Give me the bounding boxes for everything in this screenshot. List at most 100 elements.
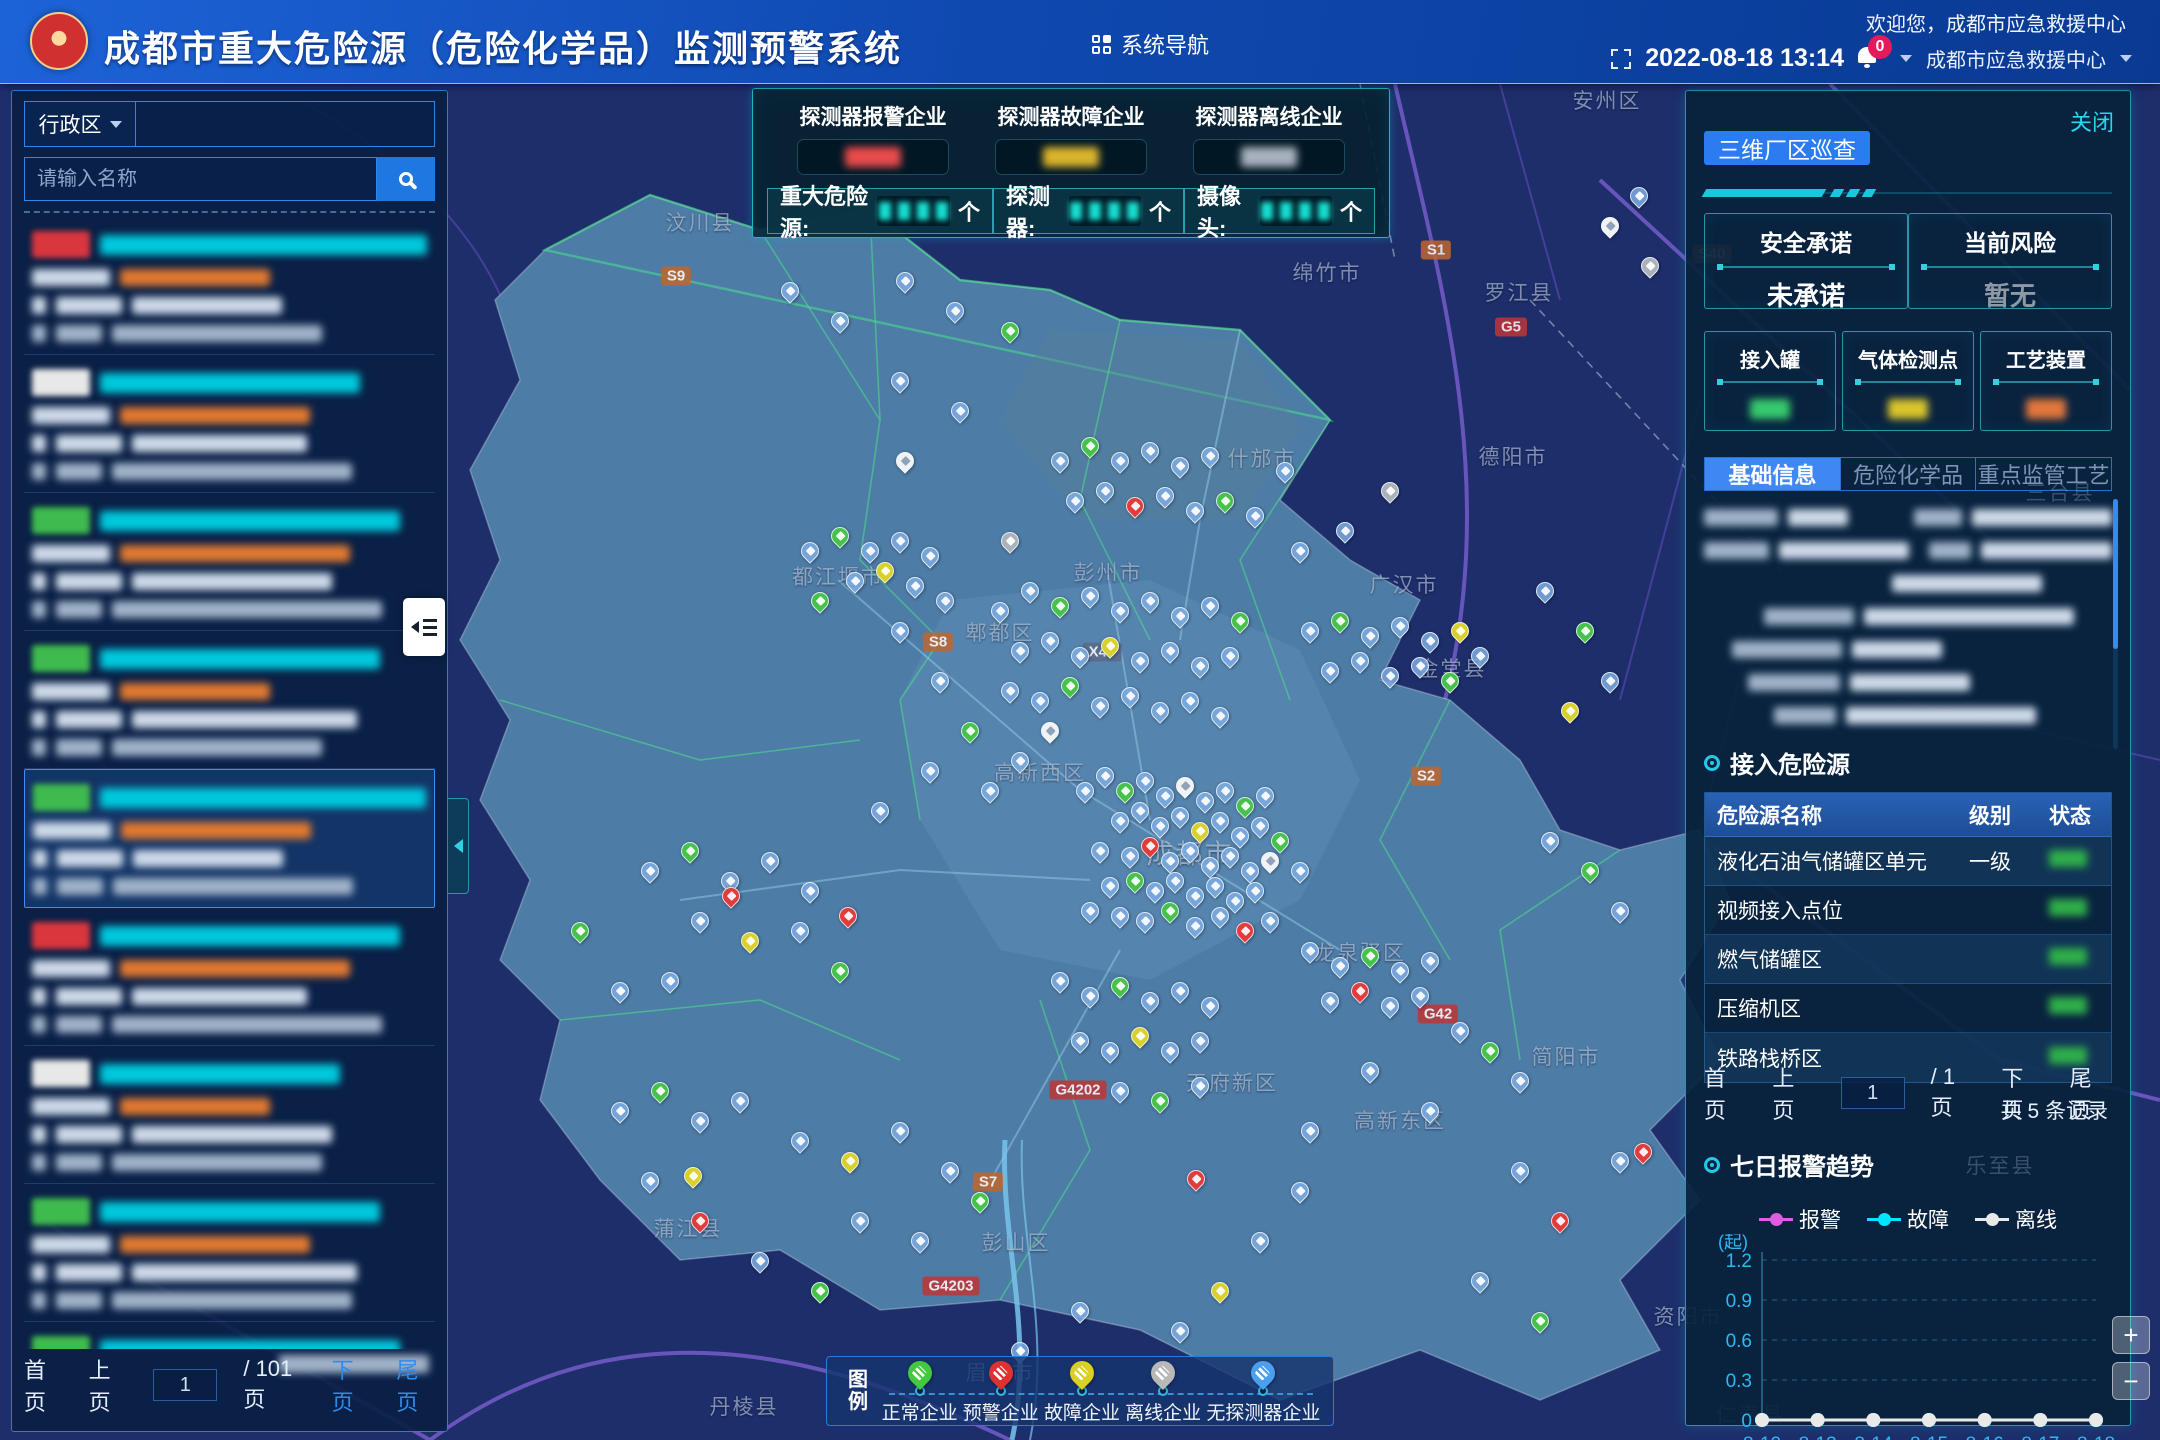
map-city-label: 高新西区 bbox=[994, 757, 1086, 787]
chevron-down-icon bbox=[110, 121, 122, 128]
table-row[interactable]: 压缩机区 bbox=[1705, 984, 2111, 1033]
tab-基础信息[interactable]: 基础信息 bbox=[1705, 458, 1841, 490]
company-name-redacted bbox=[100, 1202, 380, 1222]
detector-stats-columns: 探测器报警企业探测器故障企业探测器离线企业 bbox=[767, 99, 1375, 174]
chart-legend-item[interactable]: 离线 bbox=[1975, 1204, 2057, 1234]
trend-section-title: 七日报警趋势 bbox=[1730, 1147, 1874, 1182]
next-page-button[interactable]: 下页 bbox=[2001, 1061, 2043, 1125]
company-list-item[interactable] bbox=[24, 908, 435, 1046]
company-name-redacted bbox=[100, 373, 360, 393]
risk-level-redacted bbox=[120, 545, 350, 562]
table-row[interactable]: 视频接入点位 bbox=[1705, 886, 2111, 935]
contact-redacted bbox=[133, 850, 283, 867]
current-risk-value: 暂无 bbox=[1909, 276, 2111, 313]
last-page-button[interactable]: 尾页 bbox=[396, 1353, 435, 1417]
map-city-label: 绵竹市 bbox=[1293, 257, 1362, 287]
svg-text:8-12: 8-12 bbox=[1743, 1434, 1781, 1440]
status-redacted bbox=[2049, 850, 2087, 867]
search-row bbox=[24, 157, 435, 201]
company-list-item[interactable] bbox=[24, 1184, 435, 1322]
company-sidebar: 行政区 首页 上页 / 101页 下页 尾页 bbox=[11, 90, 448, 1432]
company-list-item[interactable] bbox=[24, 355, 435, 493]
status-badge bbox=[32, 1336, 90, 1349]
search-input[interactable] bbox=[24, 157, 377, 201]
svg-text:0.9: 0.9 bbox=[1726, 1291, 1752, 1312]
tab-危险化学品[interactable]: 危险化学品 bbox=[1841, 458, 1977, 490]
address-redacted bbox=[112, 1016, 382, 1033]
total-pages-label: / 1页 bbox=[1931, 1064, 1976, 1122]
first-page-button[interactable]: 首页 bbox=[24, 1353, 63, 1417]
app-window: 安州区绵竹市罗江县汶川县什邡市德阳市广汉市金堂县郫都区都江堰市彭州市高新西区成都… bbox=[0, 0, 2160, 1440]
table-row[interactable]: 燃气储罐区 bbox=[1705, 935, 2111, 984]
company-list-item[interactable] bbox=[24, 769, 435, 908]
status-badge bbox=[32, 1198, 90, 1225]
company-list-item[interactable] bbox=[24, 1322, 435, 1349]
totals-counter-row: 重大危险源:个探测器:个摄像头:个 bbox=[767, 188, 1375, 234]
region-value-field[interactable] bbox=[136, 101, 435, 147]
last-page-button[interactable]: 尾页 bbox=[2070, 1061, 2112, 1125]
detector-stat: 探测器故障企业 bbox=[973, 99, 1169, 174]
sidebar-collapse-button[interactable] bbox=[448, 798, 469, 894]
contact-redacted bbox=[132, 435, 307, 452]
company-name-redacted bbox=[100, 235, 427, 255]
system-nav-button[interactable]: 系统导航 bbox=[1092, 28, 1209, 60]
map-city-label: 德阳市 bbox=[1479, 441, 1548, 471]
map-legend-panel: 图例 正常企业预警企业故障企业离线企业无探测器企业 bbox=[826, 1356, 1334, 1426]
company-list-item[interactable] bbox=[24, 493, 435, 631]
region-select[interactable]: 行政区 bbox=[24, 101, 136, 147]
fullscreen-icon[interactable] bbox=[1611, 49, 1631, 69]
hazard-section-title: 接入危险源 bbox=[1730, 745, 1850, 780]
chevron-left-icon bbox=[454, 839, 463, 853]
hazard-section-header: 接入危险源 bbox=[1704, 745, 2112, 780]
search-button[interactable] bbox=[377, 157, 435, 201]
page-number-input[interactable] bbox=[153, 1369, 217, 1401]
address-redacted bbox=[113, 878, 353, 895]
safety-commitment-box: 安全承诺 未承诺 bbox=[1704, 213, 1908, 309]
chevron-left-icon bbox=[411, 621, 419, 633]
prev-page-button[interactable]: 上页 bbox=[1772, 1061, 1814, 1125]
legend-item: 预警企业 bbox=[963, 1357, 1039, 1425]
filter-row: 行政区 bbox=[24, 101, 435, 147]
address-redacted bbox=[112, 1154, 322, 1171]
first-page-button[interactable]: 首页 bbox=[1704, 1061, 1746, 1125]
address-redacted bbox=[112, 325, 322, 342]
prev-page-button[interactable]: 上页 bbox=[89, 1353, 128, 1417]
trend-section-header: 七日报警趋势 bbox=[1704, 1147, 2112, 1182]
map-road-label: S1 bbox=[1421, 241, 1451, 260]
svg-text:8-16: 8-16 bbox=[1966, 1434, 2004, 1440]
svg-text:8-13: 8-13 bbox=[1799, 1434, 1837, 1440]
company-list-item[interactable] bbox=[24, 631, 435, 769]
page-number-input[interactable] bbox=[1841, 1077, 1905, 1109]
system-nav-label: 系统导航 bbox=[1121, 28, 1209, 60]
zoom-in-button[interactable]: + bbox=[2112, 1316, 2150, 1354]
chart-legend-item[interactable]: 故障 bbox=[1867, 1204, 1949, 1234]
chart-legend-item[interactable]: 报警 bbox=[1759, 1204, 1841, 1234]
company-list-item[interactable] bbox=[24, 1046, 435, 1184]
map-city-label: 广汉市 bbox=[1370, 569, 1439, 599]
risk-level-redacted bbox=[120, 960, 350, 977]
map-city-label: 汶川县 bbox=[666, 207, 735, 237]
metric-box: 工艺装置 bbox=[1980, 331, 2112, 431]
company-list bbox=[24, 217, 435, 1349]
map-road-label: S7 bbox=[973, 1173, 1003, 1192]
3d-tour-button[interactable]: 三维厂区巡查 bbox=[1704, 131, 1870, 165]
svg-text:8-15: 8-15 bbox=[1910, 1434, 1948, 1440]
trend-chart-svg: (起)00.30.60.91.28-128-138-148-158-168-17… bbox=[1704, 1234, 2114, 1440]
total-counter: 重大危险源:个 bbox=[767, 188, 993, 234]
safety-commitment-value: 未承诺 bbox=[1705, 276, 1907, 313]
risk-level-redacted bbox=[120, 1098, 270, 1115]
notification-button[interactable]: 0 bbox=[1858, 47, 1900, 71]
next-page-button[interactable]: 下页 bbox=[332, 1353, 371, 1417]
user-menu[interactable]: 成都市应急救援中心 bbox=[1926, 44, 2106, 73]
legend-pin-icon bbox=[1065, 1356, 1099, 1390]
zoom-out-button[interactable]: − bbox=[2112, 1362, 2150, 1400]
panel-scrollbar[interactable] bbox=[2113, 499, 2118, 749]
close-button[interactable]: 关闭 bbox=[2070, 105, 2114, 137]
company-list-item[interactable] bbox=[24, 217, 435, 355]
company-name-redacted bbox=[100, 926, 400, 946]
table-row[interactable]: 液化石油气储罐区单元一级 bbox=[1705, 837, 2111, 886]
risk-level-redacted bbox=[120, 1236, 310, 1253]
panel-expand-button[interactable] bbox=[403, 598, 445, 656]
status-badge bbox=[32, 369, 90, 396]
notification-badge: 0 bbox=[1868, 35, 1892, 59]
